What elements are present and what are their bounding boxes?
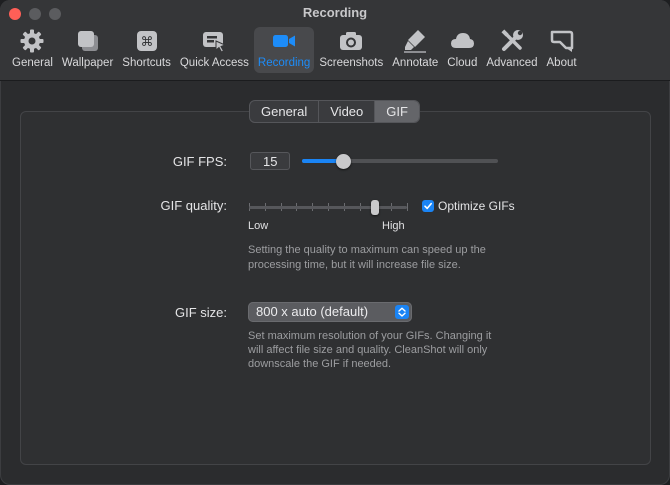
toolbar-item-label: Quick Access (179, 57, 249, 69)
toolbar-item-label: Recording (257, 57, 311, 69)
toolbar-item-label: General (12, 57, 53, 69)
gif-quality-label: GIF quality: (160, 198, 227, 213)
window-title: Recording (302, 5, 368, 20)
toolbar-item-recording[interactable]: Recording (253, 27, 315, 73)
toolbar-item-about[interactable]: About (543, 27, 581, 73)
optimize-gifs-label: Optimize GIFs (438, 199, 515, 213)
size-help-line-1: Set maximum resolution of your GIFs. Cha… (248, 330, 492, 342)
wallpaper-icon (75, 28, 101, 54)
tab-video[interactable]: Video (319, 101, 376, 122)
title-bar: Recording General Wallpaper ⌘ Shortcuts (0, 0, 670, 81)
optimize-gifs-checkbox[interactable] (422, 200, 434, 212)
toolbar-item-screenshots[interactable]: Screenshots (315, 27, 387, 73)
gif-size-value: 800 x auto (default) (256, 304, 369, 319)
gif-fps-field[interactable]: 15 (250, 152, 290, 170)
toolbar-item-shortcuts[interactable]: ⌘ Shortcuts (118, 27, 175, 73)
cloud-icon (449, 28, 475, 54)
gear-icon (19, 28, 45, 54)
svg-text:⌘: ⌘ (140, 35, 153, 50)
toolbar-item-label: Screenshots (319, 57, 384, 69)
preferences-toolbar: General Wallpaper ⌘ Shortcuts Quick Acce… (8, 27, 582, 75)
size-help-line-2: will affect file size and quality. Clean… (248, 344, 488, 356)
settings-tab-bar: General Video GIF (249, 100, 420, 123)
toolbar-item-label: Wallpaper (61, 57, 114, 69)
video-camera-icon (271, 28, 297, 54)
size-help-line-3: downscale the GIF if needed. (248, 358, 392, 370)
quality-low-label: Low (248, 220, 269, 232)
toolbar-item-label: Shortcuts (122, 57, 171, 69)
gif-quality-slider-knob[interactable] (371, 200, 379, 215)
toolbar-item-annotate[interactable]: Annotate (388, 27, 442, 73)
quick-access-icon (201, 28, 227, 54)
toolbar-item-label: Advanced (486, 57, 538, 69)
quality-high-label: High (382, 220, 405, 232)
checkmark-icon (424, 202, 432, 210)
quality-help-line-1: Setting the quality to maximum can speed… (248, 244, 486, 256)
toolbar-item-label: Cloud (447, 57, 478, 69)
toolbar-item-label: Annotate (392, 57, 439, 69)
about-icon (549, 28, 575, 54)
toolbar-item-quick-access[interactable]: Quick Access (176, 27, 253, 73)
toolbar-item-general[interactable]: General (8, 27, 57, 73)
preferences-window: Recording General Wallpaper ⌘ Shortcuts (0, 0, 670, 485)
camera-icon (338, 28, 364, 54)
toolbar-item-label: About (546, 57, 577, 69)
gif-fps-label: GIF FPS: (172, 154, 227, 169)
tab-general[interactable]: General (250, 101, 320, 122)
toolbar-item-advanced[interactable]: Advanced (482, 27, 541, 73)
quality-help-line-2: processing time, but it will increase fi… (248, 259, 461, 271)
gif-fps-slider-knob[interactable] (335, 154, 351, 169)
quality-tick (407, 203, 408, 211)
gif-size-select[interactable]: 800 x auto (default) (248, 302, 412, 322)
gif-size-label: GIF size: (174, 305, 227, 320)
chevron-up-down-icon (395, 305, 409, 319)
toolbar-item-wallpaper[interactable]: Wallpaper (58, 27, 117, 73)
toolbar-item-cloud[interactable]: Cloud (443, 27, 481, 73)
highlighter-icon (402, 28, 428, 54)
tools-icon (499, 28, 525, 54)
tab-gif[interactable]: GIF (375, 101, 419, 122)
gif-quality-slider-track[interactable] (249, 206, 407, 209)
command-key-icon: ⌘ (134, 28, 160, 54)
